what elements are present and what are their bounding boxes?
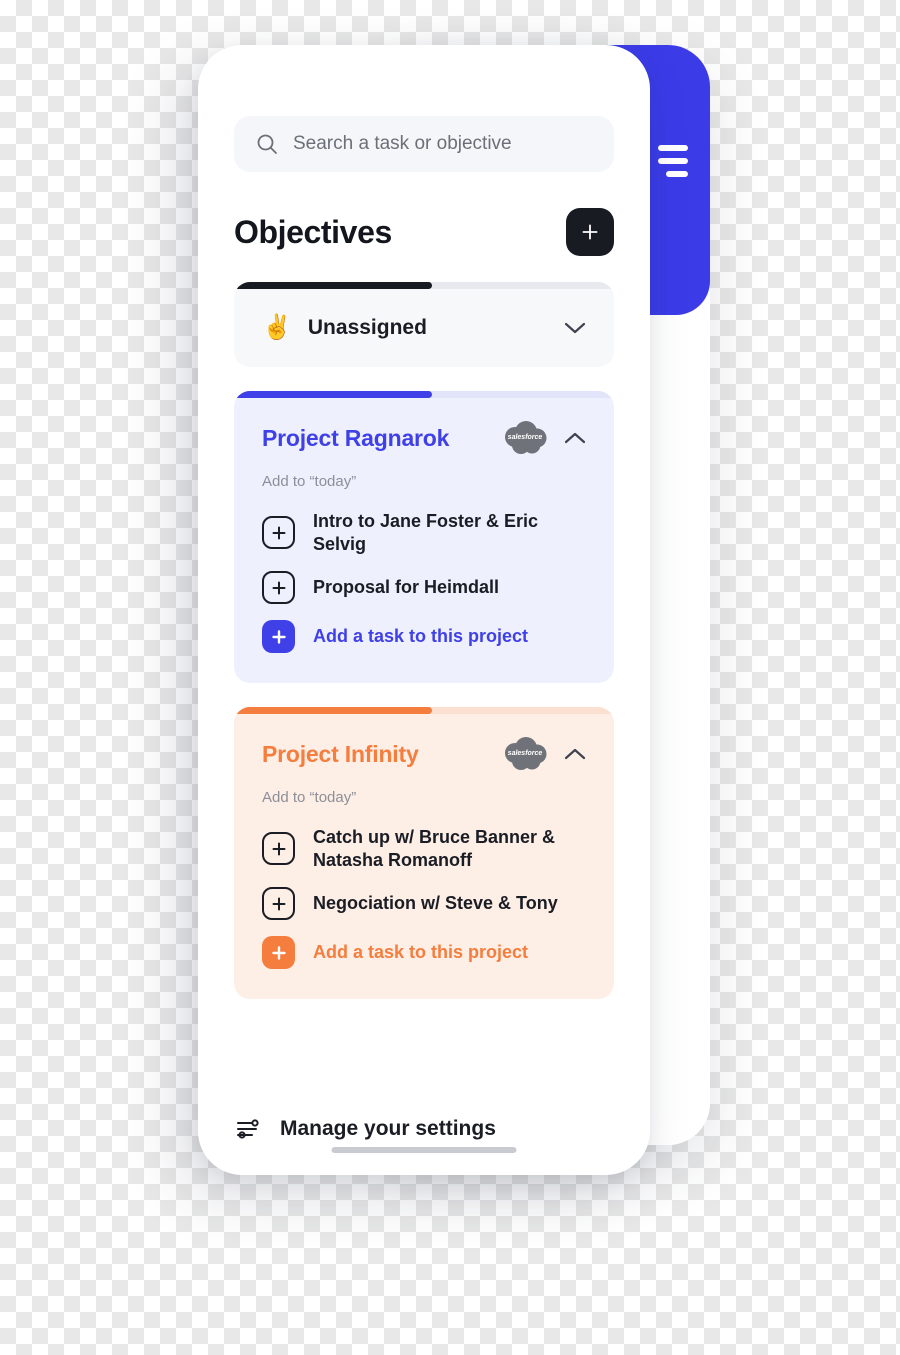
task-row[interactable]: Intro to Jane Foster & Eric Selvig [262,502,586,563]
objective-header[interactable]: Project Infinity salesforce [262,714,586,772]
search-bar[interactable] [234,116,614,172]
add-objective-button[interactable] [566,208,614,256]
progress-fill [234,282,432,289]
foreground-phone: Objectives ✌️ [198,45,650,1175]
plus-box-outline-icon[interactable] [262,887,295,920]
home-indicator [331,1147,517,1153]
section-label: Add to “today” [262,789,357,806]
objective-name: Unassigned [307,316,427,339]
chevron-down-icon[interactable] [564,321,586,335]
plus-glyph-icon [272,842,285,855]
progress-fill [234,391,432,398]
card-body: ✌️ Unassigned [234,289,614,367]
plus-glyph-icon [272,526,285,539]
page-title: Objectives [234,213,392,250]
task-label: Negociation w/ Steve & Tony [313,893,558,914]
plus-box-outline-icon[interactable] [262,516,295,549]
progress-fill [234,707,432,714]
salesforce-logo-icon: salesforce [505,737,547,770]
plus-box-filled-icon[interactable] [262,936,295,969]
add-task-row[interactable]: Add a task to this project [262,612,586,661]
card-body: Project Ragnarok salesforce Add to “toda… [234,398,614,683]
hamburger-bar [658,158,688,164]
app-screen: Objectives ✌️ [198,45,650,1175]
objectives-list: ✌️ Unassigned Project Ragnarok salesforc… [234,282,614,1023]
victory-hand-emoji-icon: ✌️ [262,314,292,341]
task-row[interactable]: Catch up w/ Bruce Banner & Natasha Roman… [262,818,586,879]
objective-name: Project Ragnarok [262,424,450,451]
objective-header[interactable]: ✌️ Unassigned [262,289,586,367]
objective-header[interactable]: Project Ragnarok salesforce [262,398,586,456]
scene: 4 Sun [0,0,900,1355]
objective-name: Project Infinity [262,740,419,767]
objective-card-project-infinity[interactable]: Project Infinity salesforce Add to “toda… [234,707,614,999]
add-task-label: Add a task to this project [313,942,529,963]
objective-card-unassigned[interactable]: ✌️ Unassigned [234,282,614,367]
task-list: Intro to Jane Foster & Eric Selvig Propo [262,490,586,683]
progress-track [234,707,614,714]
section-label: Add to “today” [262,473,357,490]
settings-label: Manage your settings [280,1117,496,1140]
progress-track [234,282,614,289]
manage-settings-button[interactable]: Manage your settings [234,1117,614,1141]
task-row[interactable]: Negociation w/ Steve & Tony [262,879,586,928]
svg-text:salesforce: salesforce [508,434,543,441]
plus-icon [582,224,598,240]
task-label: Catch up w/ Bruce Banner & Natasha Roman… [313,827,556,870]
task-label: Intro to Jane Foster & Eric Selvig [313,511,539,554]
salesforce-logo-icon: salesforce [505,421,547,454]
task-row[interactable]: Proposal for Heimdall [262,563,586,612]
search-icon [257,134,277,154]
plus-glyph-icon [271,629,286,644]
chevron-up-icon[interactable] [564,747,586,761]
card-body: Project Infinity salesforce Add to “toda… [234,714,614,999]
hamburger-bar [658,145,688,151]
task-label: Proposal for Heimdall [313,577,500,598]
plus-box-filled-icon[interactable] [262,620,295,653]
plus-glyph-icon [272,897,285,910]
progress-track [234,391,614,398]
search-input[interactable] [293,133,592,155]
page-header: Objectives [234,208,614,256]
chevron-up-icon[interactable] [564,431,586,445]
hamburger-menu-icon[interactable] [658,145,688,177]
add-task-row[interactable]: Add a task to this project [262,928,586,977]
plus-box-outline-icon[interactable] [262,571,295,604]
objective-card-project-ragnarok[interactable]: Project Ragnarok salesforce Add to “toda… [234,391,614,683]
sliders-icon [237,1119,259,1139]
task-list: Catch up w/ Bruce Banner & Natasha Roman… [262,806,586,999]
hamburger-bar [666,171,688,177]
add-task-label: Add a task to this project [313,626,529,647]
plus-box-outline-icon[interactable] [262,832,295,865]
svg-text:salesforce: salesforce [508,750,543,757]
plus-glyph-icon [272,581,285,594]
plus-glyph-icon [271,945,286,960]
